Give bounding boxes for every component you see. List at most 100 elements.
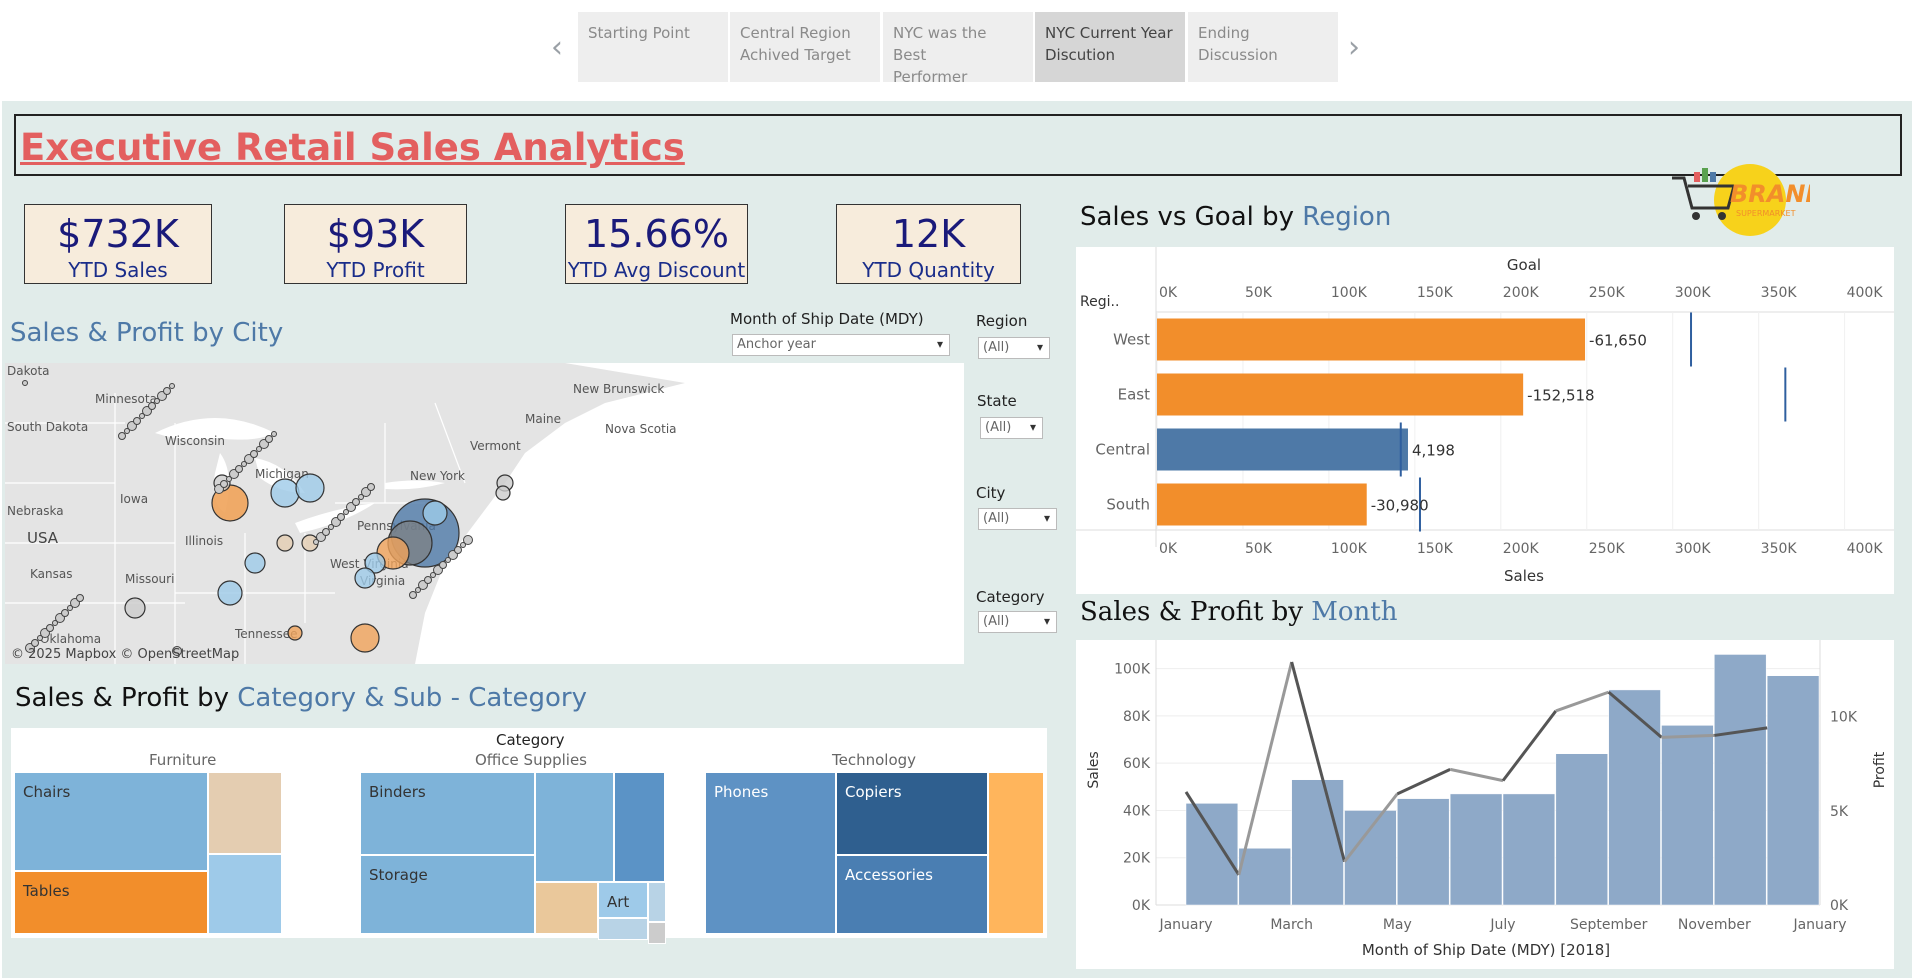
- city-marker[interactable]: [250, 450, 258, 458]
- profit-line-segment[interactable]: [1661, 733, 1715, 739]
- month-sales-bar[interactable]: [1555, 753, 1608, 906]
- city-marker[interactable]: [271, 431, 277, 437]
- treemap-cell-furniture-other[interactable]: [208, 772, 282, 854]
- city-marker[interactable]: [217, 580, 243, 606]
- treemap-cell-office-other[interactable]: [535, 772, 614, 882]
- month-sales-bar[interactable]: [1449, 793, 1503, 906]
- month-sales-bar[interactable]: [1766, 675, 1820, 906]
- city-marker[interactable]: [422, 500, 448, 526]
- city-marker[interactable]: [22, 380, 28, 386]
- city-marker[interactable]: [220, 480, 228, 488]
- map-label: Kansas: [30, 567, 72, 581]
- month-filter-value: Anchor year: [737, 337, 816, 352]
- profit-line-segment[interactable]: [1555, 690, 1610, 713]
- profit-line-segment[interactable]: [1237, 661, 1294, 876]
- month-sales-bar[interactable]: [1185, 803, 1239, 906]
- city-marker[interactable]: [350, 623, 380, 653]
- month-x-ticks: January March May July September November Janu…: [1158, 917, 1846, 933]
- profit-line-segment[interactable]: [1449, 767, 1504, 783]
- city-marker[interactable]: [287, 625, 303, 641]
- treemap-cell-phones[interactable]: Phones: [705, 772, 836, 934]
- chevron-right-icon[interactable]: ›: [1348, 30, 1360, 65]
- city-marker[interactable]: [322, 528, 330, 536]
- city-marker[interactable]: [352, 498, 360, 506]
- region-bars[interactable]: West -61,650 East -152,518 Central 4,198 South…: [1095, 312, 1787, 532]
- treemap-cell-office-other[interactable]: [598, 918, 648, 940]
- city-marker[interactable]: [163, 387, 171, 395]
- city-marker[interactable]: [124, 597, 146, 619]
- city-marker[interactable]: [76, 594, 84, 602]
- region-sales-bar[interactable]: [1157, 483, 1367, 526]
- profit-line-segment[interactable]: [1396, 767, 1451, 796]
- treemap-cell-office-other[interactable]: [614, 772, 665, 882]
- treemap-cell-furniture-other[interactable]: [208, 854, 282, 934]
- category-filter-select[interactable]: (All) ▾: [978, 611, 1057, 633]
- city-marker[interactable]: [439, 561, 447, 569]
- treemap-cell-chairs[interactable]: Chairs: [14, 772, 208, 871]
- city-marker[interactable]: [169, 383, 175, 389]
- region-row-header[interactable]: Regi..: [1080, 294, 1119, 310]
- profit-line-segment[interactable]: [1501, 710, 1558, 782]
- month-sales-bar[interactable]: [1661, 725, 1714, 906]
- city-filter-select[interactable]: (All) ▾: [978, 508, 1057, 530]
- month-sales-bar[interactable]: [1714, 654, 1767, 906]
- city-marker[interactable]: [495, 485, 511, 501]
- region-sales-bar[interactable]: [1157, 373, 1524, 416]
- city-marker[interactable]: [61, 609, 69, 617]
- goal-tick-label: 200K: [1503, 285, 1540, 301]
- treemap-cell-storage[interactable]: Storage: [360, 855, 535, 934]
- city-marker[interactable]: [409, 591, 417, 599]
- sales-tick-label: 100K: [1331, 541, 1368, 557]
- treemap-cell-binders[interactable]: Binders: [360, 772, 535, 855]
- region-title-prefix: Sales vs Goal by: [1080, 202, 1303, 232]
- story-tab-starting-point[interactable]: Starting Point: [578, 12, 728, 82]
- month-sales-bar[interactable]: [1502, 793, 1556, 906]
- treemap-cell-copiers[interactable]: Copiers: [836, 772, 988, 855]
- region-filter-select[interactable]: (All) ▾: [978, 337, 1050, 359]
- city-marker[interactable]: [337, 513, 345, 521]
- city-marker[interactable]: [46, 624, 54, 632]
- month-sales-bar[interactable]: [1238, 848, 1291, 906]
- city-marker[interactable]: [31, 639, 39, 647]
- treemap-cell-accessories[interactable]: Accessories: [836, 855, 988, 934]
- treemap-cell-technology-other[interactable]: [988, 772, 1044, 934]
- city-marker[interactable]: [244, 552, 266, 574]
- month-sales-bar[interactable]: [1291, 779, 1344, 906]
- chevron-left-icon[interactable]: ‹: [551, 30, 563, 65]
- treemap-cell-tables[interactable]: Tables: [14, 871, 208, 934]
- city-marker[interactable]: [235, 465, 243, 473]
- city-marker[interactable]: [265, 435, 273, 443]
- story-tab-ending-discussion[interactable]: Ending Discussion: [1188, 12, 1338, 82]
- month-sales-bar[interactable]: [1397, 798, 1450, 906]
- month-sales-bar[interactable]: [1344, 810, 1397, 906]
- city-marker[interactable]: [133, 417, 141, 425]
- region-chart: Goal Regi.. Sales 0K 0K 50K 50K 100K 100K 150K…: [1076, 247, 1894, 585]
- city-marker[interactable]: [454, 546, 462, 554]
- city-marker[interactable]: [118, 432, 126, 440]
- city-marker[interactable]: [354, 567, 376, 589]
- month-y2-tick-label: 5K: [1830, 804, 1849, 820]
- goal-tick-label: 50K: [1245, 285, 1273, 301]
- month-y2-axis-title: Profit: [1872, 751, 1888, 788]
- city-marker[interactable]: [276, 534, 294, 552]
- treemap-cell-office-other[interactable]: [648, 882, 666, 922]
- city-marker[interactable]: [295, 473, 325, 503]
- region-sales-bar[interactable]: [1157, 318, 1586, 361]
- story-tab-central-region[interactable]: Central Region Achived Target: [730, 12, 880, 82]
- city-map[interactable]: Dakota Minnesota South Dakota Wisconsin …: [5, 363, 964, 664]
- region-sales-bar[interactable]: [1157, 428, 1408, 471]
- city-marker[interactable]: [367, 483, 375, 491]
- treemap-cell-office-other[interactable]: [535, 882, 598, 934]
- state-filter-select[interactable]: (All) ▾: [980, 417, 1043, 439]
- month-sales-bar[interactable]: [1608, 689, 1661, 906]
- treemap-cell-art[interactable]: Art: [598, 882, 648, 918]
- city-marker[interactable]: [148, 402, 156, 410]
- city-marker[interactable]: [270, 478, 300, 508]
- story-tab-nyc-best[interactable]: NYC was the Best Performer: [883, 12, 1033, 86]
- treemap-cell-office-other[interactable]: [648, 922, 666, 944]
- city-marker[interactable]: [424, 576, 432, 584]
- city-marker[interactable]: [463, 535, 473, 545]
- story-tab-nyc-current[interactable]: NYC Current Year Discution: [1035, 12, 1185, 82]
- month-y2-tick-label: 10K: [1830, 710, 1858, 726]
- month-filter-select[interactable]: Anchor year ▾: [732, 334, 950, 356]
